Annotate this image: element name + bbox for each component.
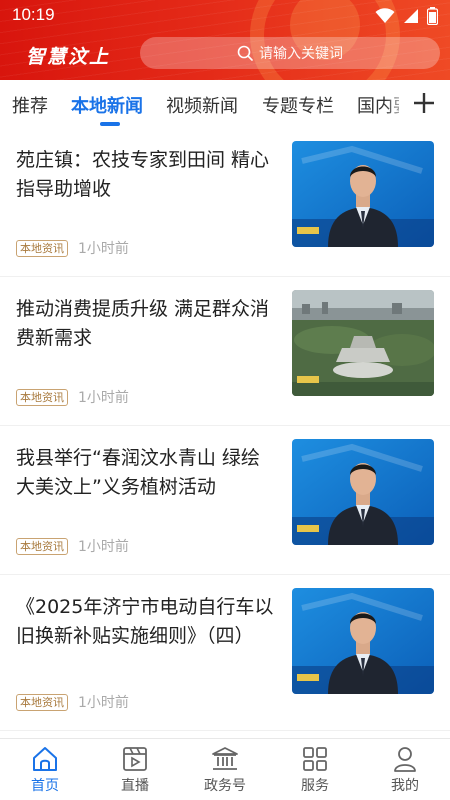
tab-video-news[interactable]: 视频新闻 bbox=[166, 92, 238, 118]
nav-government[interactable]: 政务号 bbox=[180, 739, 270, 800]
home-icon bbox=[33, 747, 57, 771]
news-thumbnail bbox=[292, 290, 434, 396]
news-item[interactable]: 推动消费提质升级 满足群众消费新需求 本地资讯 1小时前 bbox=[0, 277, 450, 426]
signal-icon bbox=[404, 9, 418, 23]
news-item[interactable]: 我县举行“春润汶水青山 绿绘大美汶上”义务植树活动 本地资讯 1小时前 bbox=[0, 426, 450, 575]
anchor-icon bbox=[292, 588, 434, 694]
nav-label: 服务 bbox=[301, 778, 329, 794]
news-meta: 本地资讯 1小时前 bbox=[16, 238, 129, 258]
nav-services[interactable]: 服务 bbox=[270, 739, 360, 800]
news-time: 1小时前 bbox=[78, 390, 129, 406]
nav-label: 政务号 bbox=[204, 778, 246, 794]
add-channel-icon[interactable] bbox=[412, 91, 436, 115]
news-item[interactable]: 苑庄镇：农技专家到田间 精心指导助增收 本地资讯 1小时前 bbox=[0, 128, 450, 277]
nav-label: 直播 bbox=[121, 778, 149, 794]
anchor-icon bbox=[292, 141, 434, 247]
battery-icon bbox=[427, 7, 438, 25]
news-time: 1小时前 bbox=[78, 241, 129, 257]
search-icon bbox=[237, 45, 253, 61]
government-icon bbox=[212, 747, 238, 770]
tab-recommend[interactable]: 推荐 bbox=[12, 92, 48, 118]
news-tag: 本地资讯 bbox=[16, 693, 68, 711]
search-placeholder: 请输入关键词 bbox=[259, 46, 343, 62]
news-meta: 本地资讯 1小时前 bbox=[16, 692, 129, 712]
anchor-icon bbox=[292, 439, 434, 545]
app-logo: 智慧汶上 bbox=[26, 46, 111, 68]
news-title: 《2025年济宁市电动自行车以旧换新补贴实施细则》（四） bbox=[16, 596, 274, 647]
news-time: 1小时前 bbox=[78, 695, 129, 711]
services-icon bbox=[303, 747, 327, 771]
status-bar: 10:19 bbox=[0, 0, 450, 32]
news-thumbnail bbox=[292, 141, 434, 247]
category-tabs: 推荐 本地新闻 视频新闻 专题专栏 国内要 bbox=[0, 80, 450, 126]
nav-label: 首页 bbox=[31, 778, 59, 794]
status-time: 10:19 bbox=[12, 5, 55, 24]
bottom-navigation: 首页 直播 政务号 服务 我的 bbox=[0, 738, 450, 800]
news-tag: 本地资讯 bbox=[16, 537, 68, 555]
news-time: 1小时前 bbox=[78, 539, 129, 555]
nav-live[interactable]: 直播 bbox=[90, 739, 180, 800]
news-thumbnail bbox=[292, 439, 434, 545]
aerial-view-icon bbox=[292, 290, 434, 396]
profile-icon bbox=[394, 747, 416, 772]
tab-special-topics[interactable]: 专题专栏 bbox=[262, 92, 334, 118]
news-meta: 本地资讯 1小时前 bbox=[16, 536, 129, 556]
search-bar[interactable]: 请输入关键词 bbox=[140, 37, 440, 69]
news-tag: 本地资讯 bbox=[16, 239, 68, 257]
news-title: 我县举行“春润汶水青山 绿绘大美汶上”义务植树活动 bbox=[16, 447, 260, 498]
nav-profile[interactable]: 我的 bbox=[360, 739, 450, 800]
nav-label: 我的 bbox=[391, 778, 419, 794]
news-thumbnail bbox=[292, 588, 434, 694]
status-icons bbox=[375, 7, 438, 25]
active-tab-indicator bbox=[100, 122, 120, 126]
news-meta: 本地资讯 1小时前 bbox=[16, 387, 129, 407]
tab-local-news[interactable]: 本地新闻 bbox=[71, 92, 143, 118]
news-title: 苑庄镇：农技专家到田间 精心指导助增收 bbox=[16, 149, 270, 200]
tabs-fade bbox=[385, 80, 410, 126]
wifi-icon bbox=[375, 8, 395, 23]
news-title: 推动消费提质升级 满足群众消费新需求 bbox=[16, 298, 270, 349]
news-tag: 本地资讯 bbox=[16, 388, 68, 406]
app-header: 10:19 智慧汶上 请输入关键词 bbox=[0, 0, 450, 80]
nav-home[interactable]: 首页 bbox=[0, 739, 90, 800]
news-list: 苑庄镇：农技专家到田间 精心指导助增收 本地资讯 1小时前 推动消费提质升级 满… bbox=[0, 128, 450, 731]
live-icon bbox=[123, 747, 147, 771]
news-item[interactable]: 《2025年济宁市电动自行车以旧换新补贴实施细则》（四） 本地资讯 1小时前 bbox=[0, 575, 450, 731]
